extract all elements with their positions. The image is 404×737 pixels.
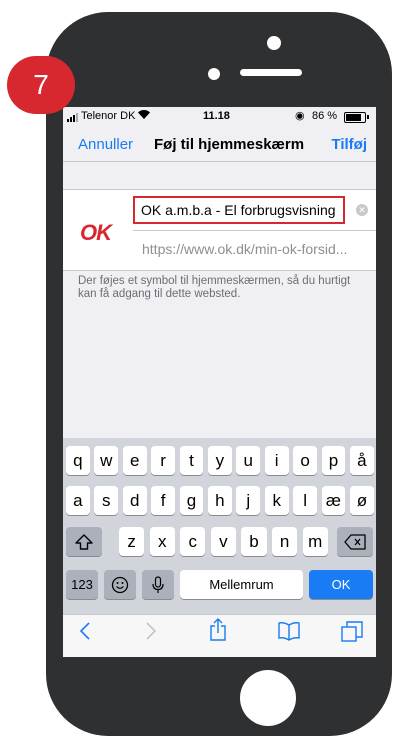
key-o[interactable]: o	[293, 446, 317, 475]
battery-icon	[344, 112, 369, 123]
key-å[interactable]: å	[350, 446, 374, 475]
rotation-lock-icon: ◉	[295, 110, 305, 122]
navigation-bar: Annuller Føj til hjemmeskærm Tilføj	[63, 127, 376, 161]
key-a[interactable]: a	[66, 486, 90, 515]
bookmark-card: OK OK a.m.b.a - El forbrugsvisning ✕ htt…	[63, 189, 376, 271]
bookmarks-button[interactable]	[277, 621, 301, 647]
space-key[interactable]: Mellemrum	[180, 570, 303, 599]
earpiece-speaker	[240, 69, 302, 76]
key-n[interactable]: n	[272, 527, 298, 556]
bookmark-url: https://www.ok.dk/min-ok-forsid...	[142, 241, 348, 257]
key-h[interactable]: h	[208, 486, 232, 515]
key-c[interactable]: c	[180, 527, 206, 556]
key-d[interactable]: d	[122, 486, 147, 515]
chevron-left-icon	[79, 622, 90, 640]
key-e[interactable]: e	[122, 446, 147, 475]
shift-key[interactable]	[66, 527, 102, 556]
tabs-icon	[341, 621, 363, 642]
microphone-icon	[152, 575, 164, 593]
key-j[interactable]: j	[236, 486, 261, 515]
key-k[interactable]: k	[264, 486, 289, 515]
page-title: Føj til hjemmeskærm	[154, 136, 305, 153]
emoji-key[interactable]	[104, 570, 136, 599]
status-time: 11.18	[203, 110, 230, 122]
key-v[interactable]: v	[210, 527, 236, 556]
clear-icon[interactable]: ✕	[356, 204, 368, 216]
key-x[interactable]: x	[149, 527, 175, 556]
key-u[interactable]: u	[236, 446, 261, 475]
cancel-button[interactable]: Annuller	[78, 136, 133, 153]
nav-divider	[63, 161, 376, 162]
book-icon	[278, 622, 300, 641]
key-f[interactable]: f	[151, 486, 175, 515]
battery-fill	[346, 114, 362, 121]
share-button[interactable]	[209, 618, 227, 648]
step-badge: 7	[7, 56, 75, 114]
backspace-icon	[344, 533, 366, 550]
return-key[interactable]: OK	[309, 570, 373, 599]
forward-button[interactable]	[145, 621, 157, 647]
keyboard: 123 Mellemrum OK qwertyuiopå asdfghjklæø z…	[63, 438, 376, 614]
bookmark-name-input[interactable]: OK a.m.b.a - El forbrugsvisning	[133, 196, 345, 224]
front-camera	[267, 36, 281, 50]
description-text: Der føjes et symbol til hjemmeskærmen, s…	[78, 275, 351, 300]
key-p[interactable]: p	[321, 446, 346, 475]
key-g[interactable]: g	[179, 486, 204, 515]
card-divider	[133, 230, 376, 231]
tabs-button[interactable]	[341, 621, 363, 649]
battery-percent: 86 %	[312, 110, 338, 122]
proximity-sensor	[208, 68, 220, 80]
shift-icon	[75, 533, 93, 550]
key-t[interactable]: t	[179, 446, 204, 475]
key-l[interactable]: l	[293, 486, 317, 515]
microphone-key[interactable]	[142, 570, 174, 599]
wifi-icon	[137, 108, 151, 123]
key-q[interactable]: q	[66, 446, 90, 475]
phone-screen: Telenor DK 11.18 ◉ 86 % Annuller Føj til…	[63, 107, 376, 657]
carrier-name: Telenor DK	[81, 110, 136, 122]
emoji-icon	[111, 576, 129, 593]
backspace-key[interactable]	[337, 527, 373, 556]
chevron-right-icon	[146, 622, 157, 640]
status-bar: Telenor DK 11.18 ◉ 86 %	[63, 107, 376, 127]
share-icon	[210, 618, 226, 641]
back-button[interactable]	[79, 621, 91, 647]
add-button[interactable]: Tilføj	[331, 136, 367, 153]
key-w[interactable]: w	[94, 446, 119, 475]
key-i[interactable]: i	[264, 446, 289, 475]
numbers-key[interactable]: 123	[66, 570, 98, 599]
key-r[interactable]: r	[151, 446, 175, 475]
key-z[interactable]: z	[119, 527, 145, 556]
site-logo: OK	[80, 220, 112, 245]
home-button[interactable]	[240, 670, 296, 726]
key-y[interactable]: y	[208, 446, 232, 475]
key-m[interactable]: m	[302, 527, 328, 556]
signal-icon	[67, 113, 78, 122]
key-b[interactable]: b	[241, 527, 267, 556]
key-ø[interactable]: ø	[350, 486, 374, 515]
key-s[interactable]: s	[94, 486, 119, 515]
safari-toolbar	[63, 614, 376, 657]
key-æ[interactable]: æ	[321, 486, 346, 515]
